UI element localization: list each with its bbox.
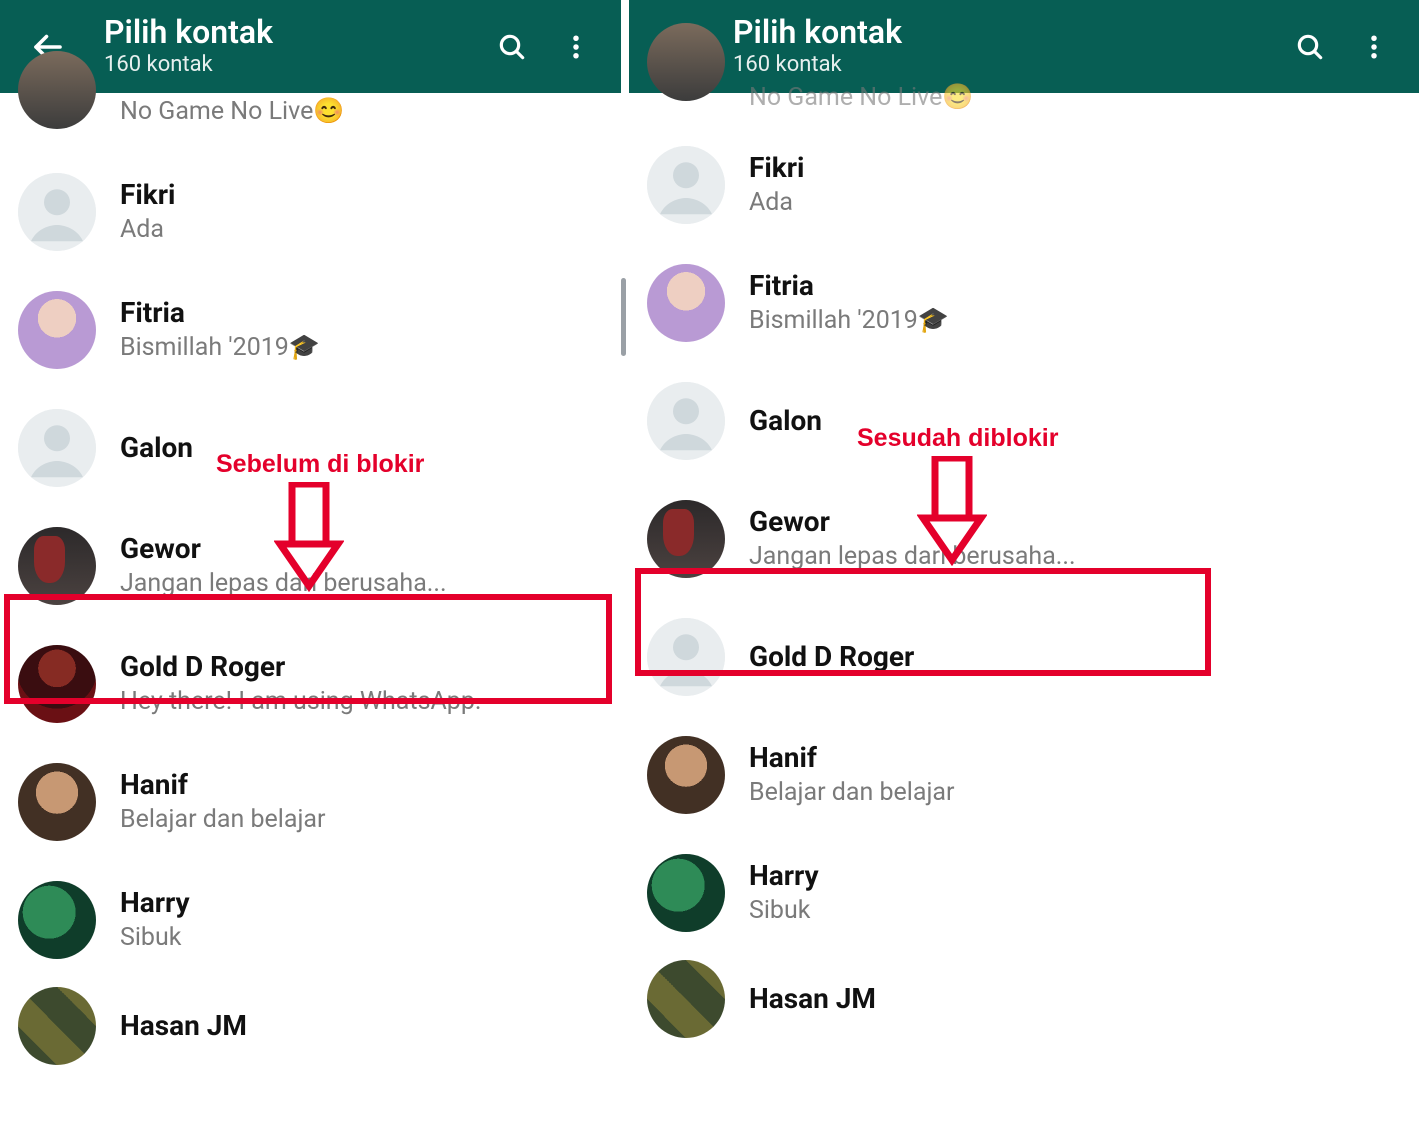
appbar-actions [1273,20,1401,74]
avatar-placeholder-icon [647,382,725,460]
search-icon [1294,31,1326,63]
contact-status: Bismillah '2019🎓 [749,306,1401,335]
list-item[interactable]: Harry Sibuk [0,861,621,979]
more-button[interactable] [1347,20,1401,74]
contact-name: Hasan JM [749,984,1401,1015]
list-item[interactable]: Gewor Jangan lepas dari berusaha... [629,480,1419,598]
list-item[interactable]: Fitria Bismillah '2019🎓 [629,244,1419,362]
list-item[interactable]: Fitria Bismillah '2019🎓 [0,271,621,389]
avatar [18,645,96,723]
search-button[interactable] [1283,20,1337,74]
list-item[interactable]: Galon [629,362,1419,480]
avatar [18,527,96,605]
contact-name: Hanif [749,743,1401,774]
contact-status: No Game No Live😊 [120,97,603,126]
appbar-actions [475,20,603,74]
contact-name: Galon [749,406,1401,437]
more-button[interactable] [549,20,603,74]
contact-name: Hanif [120,770,603,801]
annotation-arrow-icon [917,456,987,566]
contact-name: Fikri [120,180,603,211]
list-item[interactable]: Harry Sibuk [629,834,1419,952]
avatar [18,173,96,251]
panel-before: Pilih kontak 160 kontak No Game No Live😊 [0,0,621,1134]
list-item[interactable]: Gold D Roger [629,598,1419,716]
contact-status: Jangan lepas dari berusaha... [749,542,1401,571]
search-icon [496,31,528,63]
avatar [18,763,96,841]
panel-after: Pilih kontak 160 kontak No Game No Live😊 [621,0,1419,1134]
contact-status: Sibuk [749,896,1401,925]
avatar [647,500,725,578]
contact-status: Ada [749,188,1401,217]
contact-name: Fitria [120,298,603,329]
contact-name: Gewor [749,507,1401,538]
contact-name: Fitria [749,271,1401,302]
list-item[interactable]: Fikri Ada [629,126,1419,244]
scroll-indicator[interactable] [621,278,626,356]
avatar [647,264,725,342]
appbar-title-block: Pilih kontak 160 kontak [104,16,273,77]
contact-name: Harry [120,888,603,919]
avatar [18,291,96,369]
avatar-placeholder-icon [647,618,725,696]
annotation-label-before: Sebelum di blokir [216,450,424,479]
avatar [18,51,96,129]
contact-status: Belajar dan belajar [120,805,603,834]
avatar [647,736,725,814]
avatar [647,854,725,932]
avatar [647,146,725,224]
contact-status: No Game No Live😊 [749,83,1401,112]
list-item[interactable]: Hasan JM [0,979,621,1065]
contact-status: Jangan lepas dari berusaha... [120,569,603,598]
avatar [647,382,725,460]
list-item[interactable]: No Game No Live😊 [629,79,1419,126]
contact-status: Belajar dan belajar [749,778,1401,807]
avatar-placeholder-icon [18,173,96,251]
contact-name: Fikri [749,153,1401,184]
avatar [647,23,725,101]
contact-name: Gewor [120,534,603,565]
contact-name: Harry [749,861,1401,892]
avatar-placeholder-icon [647,146,725,224]
annotation-label-after: Sesudah diblokir [857,424,1058,453]
contact-name: Hasan JM [120,1011,603,1042]
appbar-subtitle: 160 kontak [104,52,273,77]
list-item[interactable]: Hasan JM [629,952,1419,1038]
contact-status: Ada [120,215,603,244]
avatar [647,618,725,696]
appbar-title: Pilih kontak [733,16,902,50]
more-vert-icon [1359,32,1389,62]
search-button[interactable] [485,20,539,74]
avatar [18,987,96,1065]
contact-status: Hey there! I am using WhatsApp. [120,687,603,716]
avatar [647,960,725,1038]
contact-list[interactable]: No Game No Live😊 Fikri Ada Fitria Bismil… [629,79,1419,1038]
contact-name: Gold D Roger [749,642,1401,673]
list-item[interactable]: Hanif Belajar dan belajar [629,716,1419,834]
appbar-subtitle: 160 kontak [733,52,902,77]
list-item[interactable]: Gold D Roger Hey there! I am using Whats… [0,625,621,743]
avatar [18,409,96,487]
contact-status: Sibuk [120,923,603,952]
contact-status: Bismillah '2019🎓 [120,333,603,362]
list-item[interactable]: Fikri Ada [0,153,621,271]
contact-name: Gold D Roger [120,652,603,683]
annotation-arrow-icon [274,482,344,592]
list-item[interactable]: No Game No Live😊 [0,93,621,153]
more-vert-icon [561,32,591,62]
avatar-placeholder-icon [18,409,96,487]
list-item[interactable]: Hanif Belajar dan belajar [0,743,621,861]
appbar-title-block: Pilih kontak 160 kontak [733,16,902,77]
avatar [18,881,96,959]
appbar-title: Pilih kontak [104,16,273,50]
